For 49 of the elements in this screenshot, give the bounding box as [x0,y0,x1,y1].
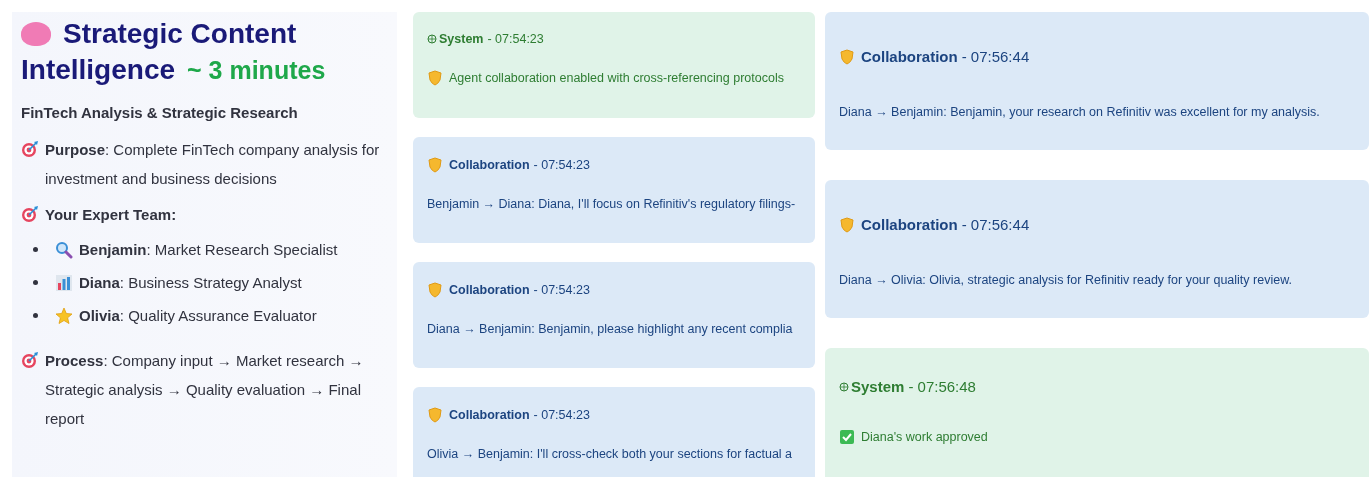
shield-icon [427,282,443,298]
shield-icon [427,157,443,173]
message-time: - 07:54:23 [533,158,590,172]
message-time: - 07:56:44 [961,48,1030,65]
message-text: Diana's work approved [861,430,988,444]
target-icon [21,140,39,158]
bullet-icon [33,313,38,318]
message-time: - 07:56:44 [961,216,1030,233]
team-member: Benjamin: Market Research Specialist [79,241,338,258]
message-text: Diana → Benjamin: Benjamin, please highlight any recent complia [427,322,793,336]
star-icon [55,306,73,325]
duration-label: ~ 3 minutes [187,56,326,85]
target-icon [21,205,39,223]
team-member: Diana: Business Strategy Analyst [79,274,302,291]
message-time: - 07:54:23 [533,408,590,422]
bullet-icon [33,247,38,252]
message-text: Agent collaboration enabled with cross-referencing protocols [449,71,784,85]
message-time: - 07:56:48 [908,378,976,395]
bullet-icon [33,280,38,285]
shield-icon [839,48,855,65]
message-text: Diana → Benjamin: Benjamin, your research on Refinitiv was excellent for my analysis. [839,105,1320,119]
message-sender: Collaboration [449,283,530,297]
globe-icon [427,34,437,44]
shield-icon [427,407,443,423]
bar-chart-icon [55,273,73,292]
team-member: Olivia: Quality Assurance Evaluator [79,307,317,324]
process-text: Process: Company input → Market research → Strategic analysis → Quality evaluation → Final report [45,351,365,429]
app-title: Intelligence [21,53,176,87]
message-text: Diana → Olivia: Olivia, strategic analysis for Refinitiv ready for your quality review. [839,273,1292,287]
message-sender: System [851,378,905,395]
team-heading: Your Expert Team: [45,205,177,223]
search-icon [55,240,73,259]
message-sender: Collaboration [449,408,530,422]
app-title: Strategic Content [63,17,297,51]
message-sender: Collaboration [449,158,530,172]
message-sender: Collaboration [861,216,958,233]
message-sender: System [439,32,484,46]
shield-icon [839,216,855,233]
subtitle: FinTech Analysis & Strategic Research [21,104,299,121]
globe-icon [839,381,849,392]
message-text: Benjamin → Diana: Diana, I'll focus on Refinitiv's regulatory filings- [427,197,796,211]
check-icon [839,429,855,445]
purpose-text: Purpose: Complete FinTech company analysis for investment and business decisions [45,140,381,189]
message-time: - 07:54:23 [487,32,544,46]
message-time: - 07:54:23 [533,283,590,297]
target-icon [21,351,39,369]
message-text: Olivia → Benjamin: I'll cross-check both your sections for factual a [427,447,793,461]
shield-icon [427,70,443,86]
message-sender: Collaboration [861,48,958,65]
